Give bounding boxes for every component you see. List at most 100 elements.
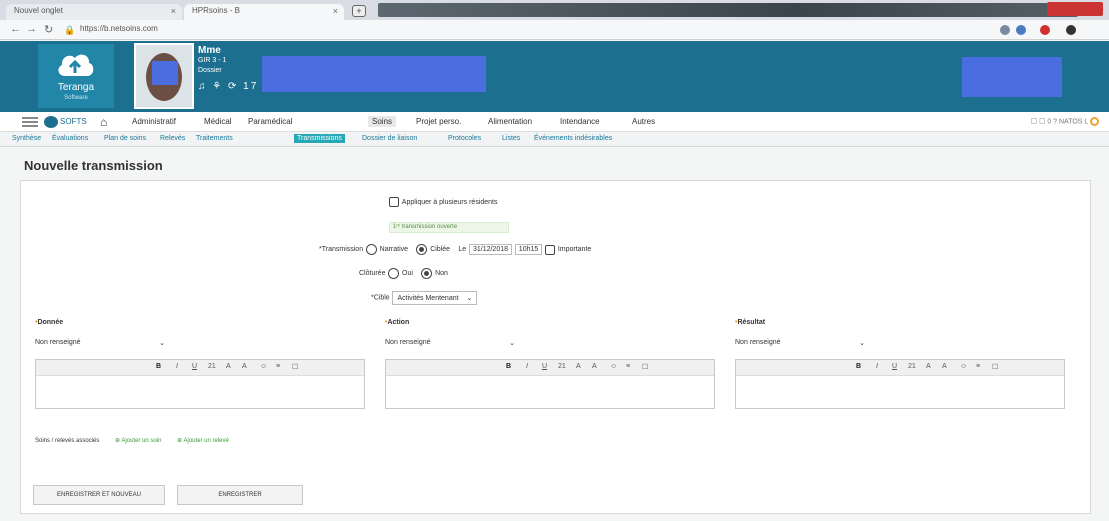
non-radio[interactable] — [421, 268, 433, 279]
underline-button[interactable]: U — [892, 363, 897, 370]
brand-label[interactable]: SOFTS — [60, 117, 87, 126]
menu-item-medical[interactable]: Médical — [204, 117, 232, 126]
menu-item-paramedical[interactable]: Paramédical — [248, 117, 292, 126]
opera-icon[interactable] — [1040, 25, 1050, 35]
font-size-button[interactable]: 21 — [558, 363, 566, 370]
account-icon[interactable] — [1066, 25, 1076, 35]
reload-icon[interactable]: ↻ — [44, 23, 53, 36]
bold-button[interactable]: B — [156, 363, 161, 370]
subnav-evenements-indesirables[interactable]: Événements indésirables — [534, 135, 612, 142]
cloturee-row: Clôturée Oui Non — [359, 268, 448, 279]
main-menu: SOFTS ⌂ Administratif Médical Paramédica… — [0, 112, 1109, 132]
font-size-button[interactable]: 21 — [208, 363, 216, 370]
source-icon[interactable]: ☐ — [642, 363, 648, 371]
sub-navigation: Synthèse Évaluations Plan de soins Relev… — [0, 132, 1109, 147]
browser-tab[interactable]: Nouvel onglet × — [6, 4, 182, 20]
redacted-block — [262, 56, 486, 86]
close-icon[interactable]: × — [333, 6, 338, 16]
bold-button[interactable]: B — [856, 363, 861, 370]
extension-icon[interactable] — [1000, 25, 1010, 35]
font-size-button[interactable]: 21 — [908, 363, 916, 370]
cible-select[interactable]: Activités Mentenant ⌄ — [392, 291, 478, 305]
menu-item-autres[interactable]: Autres — [632, 117, 655, 126]
info-notice: 1ʳᵉ transmission ouverte — [389, 222, 509, 233]
home-icon[interactable]: ⌂ — [100, 115, 107, 129]
save-and-new-button[interactable]: ENREGISTRER ET NOUVEAU — [33, 485, 165, 505]
add-reading-link[interactable]: ⊕ Ajouter un relevé — [177, 438, 229, 444]
subnav-listes[interactable]: Listes — [502, 135, 520, 142]
menu-item-soins[interactable]: Soins — [368, 116, 397, 127]
browser-tab-active[interactable]: HPRsoins - B × — [184, 4, 344, 20]
subnav-transmissions[interactable]: Transmissions — [294, 134, 345, 143]
chevron-down-icon: ⌄ — [159, 340, 165, 347]
smiley-icon[interactable]: ☺ — [960, 363, 967, 370]
add-care-link[interactable]: ⊕ Ajouter un soin — [115, 438, 161, 444]
highlight-button[interactable]: A — [592, 363, 597, 370]
underline-button[interactable]: U — [192, 363, 197, 370]
smiley-icon[interactable]: ☺ — [610, 363, 617, 370]
subnav-traitements[interactable]: Traitements — [196, 135, 233, 142]
source-icon[interactable]: ☐ — [992, 363, 998, 371]
transmission-type-row: *Transmission Narrative Ciblée Le 31/12/… — [319, 244, 591, 255]
font-color-button[interactable]: A — [576, 363, 581, 370]
menu-item-projet-perso[interactable]: Projet perso. — [416, 117, 461, 126]
donnee-select[interactable]: Non renseigné ⌄ — [35, 339, 165, 351]
cible-value: Activités Mentenant — [397, 295, 459, 302]
transmission-label: *Transmission — [319, 246, 364, 253]
action-editor[interactable]: B I U 21 A A ☺ ≡ ☐ — [385, 359, 715, 409]
subnav-evaluations[interactable]: Évaluations — [52, 135, 88, 142]
narrative-radio[interactable] — [365, 244, 377, 255]
date-input[interactable]: 31/12/2018 — [468, 244, 513, 255]
italic-button[interactable]: I — [176, 363, 178, 370]
bold-button[interactable]: B — [506, 363, 511, 370]
menu-item-alimentation[interactable]: Alimentation — [488, 117, 532, 126]
extension-icon[interactable] — [1016, 25, 1026, 35]
resultat-editor[interactable]: B I U 21 A A ☺ ≡ ☐ — [735, 359, 1065, 409]
new-tab-button[interactable]: + — [352, 5, 366, 17]
list-icon[interactable]: ≡ — [976, 363, 980, 370]
close-icon[interactable]: × — [171, 6, 176, 16]
hamburger-icon[interactable] — [22, 117, 38, 127]
list-icon[interactable]: ≡ — [626, 363, 630, 370]
menu-item-administratif[interactable]: Administratif — [132, 117, 176, 126]
logo[interactable]: Teranga Software — [38, 44, 114, 108]
oui-radio[interactable] — [388, 268, 400, 279]
save-button[interactable]: ENREGISTRER — [177, 485, 303, 505]
ciblee-radio[interactable] — [416, 244, 428, 255]
list-icon[interactable]: ≡ — [276, 363, 280, 370]
subnav-plan-de-soins[interactable]: Plan de soins — [104, 135, 146, 142]
time-input[interactable]: 10h15 — [514, 244, 543, 255]
highlight-button[interactable]: A — [942, 363, 947, 370]
window-controls[interactable] — [1047, 2, 1103, 16]
donnee-editor[interactable]: B I U 21 A A ☺ ≡ ☐ — [35, 359, 365, 409]
subnav-protocoles[interactable]: Protocoles — [448, 135, 481, 142]
action-select[interactable]: Non renseigné ⌄ — [385, 339, 515, 351]
font-color-button[interactable]: A — [226, 363, 231, 370]
forward-icon[interactable]: → — [26, 23, 37, 35]
resultat-label-text: Résultat — [737, 319, 766, 326]
italic-button[interactable]: I — [526, 363, 528, 370]
action-label: •Action — [385, 319, 409, 326]
source-icon[interactable]: ☐ — [292, 363, 298, 371]
apply-multiple-checkbox[interactable] — [389, 197, 399, 208]
logo-subtitle: Software — [64, 95, 88, 101]
important-checkbox[interactable] — [545, 244, 556, 255]
subnav-releves[interactable]: Relevés — [160, 135, 185, 142]
font-color-button[interactable]: A — [926, 363, 931, 370]
subnav-synthese[interactable]: Synthèse — [12, 135, 41, 142]
highlight-button[interactable]: A — [242, 363, 247, 370]
donnee-select-value: Non renseigné — [35, 339, 81, 346]
subnav-dossier-de-liaison[interactable]: Dossier de liaison — [362, 135, 417, 142]
underline-button[interactable]: U — [542, 363, 547, 370]
menu-item-intendance[interactable]: Intendance — [560, 117, 600, 126]
add-care-label: Ajouter un soin — [121, 438, 162, 444]
apply-multiple-label: Appliquer à plusieurs résidents — [401, 198, 498, 206]
resultat-select[interactable]: Non renseigné ⌄ — [735, 339, 865, 351]
action-select-value: Non renseigné — [385, 339, 431, 346]
back-icon[interactable]: ← — [10, 23, 21, 35]
cloturee-label: Clôturée — [359, 270, 386, 277]
smiley-icon[interactable]: ☺ — [260, 363, 267, 370]
italic-button[interactable]: I — [876, 363, 878, 370]
url-field[interactable]: https://b.netsoins.com — [80, 24, 158, 33]
user-menu[interactable]: ☐ ☐ 0 ? NATOS L — [1031, 117, 1099, 126]
